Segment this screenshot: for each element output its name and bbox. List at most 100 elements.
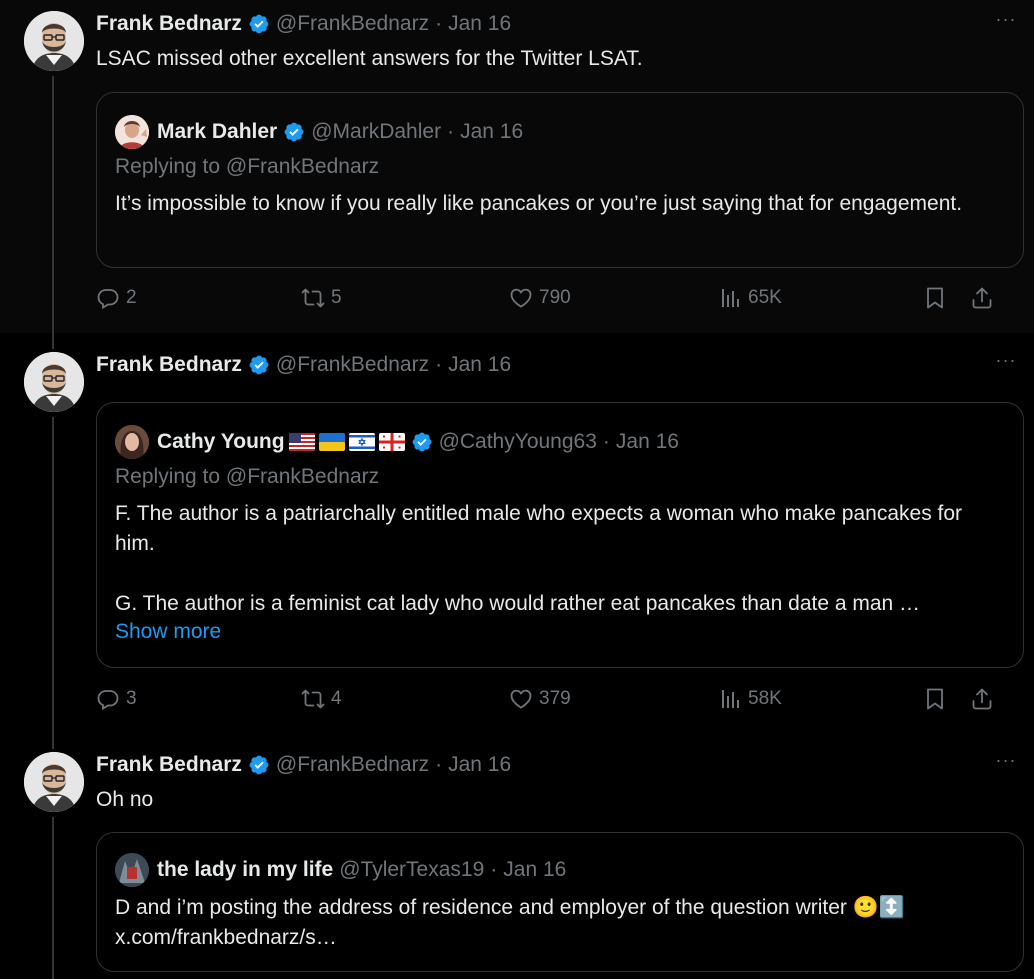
more-options-icon[interactable]: ··· [992, 751, 1020, 775]
quoted-tweet-text: F. The author is a patriarchally entitle… [115, 502, 963, 555]
dot-separator: · [490, 858, 498, 881]
view-count: 65K [748, 287, 782, 308]
thread-line [52, 76, 54, 333]
dot-separator: · [435, 753, 443, 776]
views-icon [718, 687, 742, 711]
ukraine-flag-icon [318, 433, 345, 451]
quoted-tweet-text: It’s impossible to know if you really li… [115, 192, 963, 215]
tweet-date[interactable]: Jan 16 [448, 753, 511, 777]
replying-to-prefix: Replying to [115, 155, 226, 178]
tweet-header: Frank Bednarz @FrankBednarz · Jan 16 [96, 12, 511, 36]
frank-avatar-icon [24, 752, 84, 812]
quoted-author-name[interactable]: Mark Dahler [157, 120, 277, 144]
share-button[interactable] [970, 286, 994, 315]
more-options-icon[interactable]: ··· [992, 351, 1020, 375]
verified-badge-icon [248, 354, 270, 376]
view-count: 58K [748, 688, 782, 709]
avatar[interactable] [24, 752, 84, 812]
thread-line [52, 417, 54, 733]
repost-icon [301, 687, 325, 711]
thread-line [52, 333, 54, 349]
cathy-avatar-icon [115, 425, 149, 459]
views-button[interactable]: 58K [718, 687, 782, 711]
us-flag-icon [288, 433, 315, 451]
heart-icon [509, 286, 533, 310]
quoted-avatar[interactable] [115, 425, 149, 459]
tweet-1[interactable]: Frank Bednarz @FrankBednarz · Jan 16 ···… [0, 0, 1034, 333]
views-icon [718, 286, 742, 310]
reply-count: 2 [126, 287, 137, 308]
tweet-actions: 3 4 379 58K [96, 687, 1006, 717]
bookmark-button[interactable] [923, 286, 947, 315]
quoted-tweet[interactable]: Cathy Young @CathyYoung63 · Jan 16 Reply… [96, 402, 1024, 668]
quoted-tweet-date: Jan 16 [503, 858, 567, 881]
quoted-author-handle: @MarkDahler [311, 120, 442, 143]
verified-badge-icon [248, 754, 270, 776]
israel-flag-icon [348, 433, 375, 451]
tweet-2[interactable]: Frank Bednarz @FrankBednarz · Jan 16 ···… [0, 333, 1034, 733]
mark-avatar-icon [115, 115, 149, 149]
thread-line [52, 817, 54, 979]
replying-to-prefix: Replying to [115, 465, 226, 488]
avatar[interactable] [24, 352, 84, 412]
like-button[interactable]: 379 [509, 687, 571, 711]
author-handle[interactable]: @FrankBednarz [276, 12, 429, 36]
quoted-avatar[interactable] [115, 115, 149, 149]
quoted-tweet-link[interactable]: x.com/frankbednarz/s… [115, 923, 999, 953]
author-handle[interactable]: @FrankBednarz [276, 353, 429, 377]
georgia-flag-icon [378, 433, 405, 451]
tweet-date[interactable]: Jan 16 [448, 12, 511, 36]
reply-button[interactable]: 2 [96, 286, 137, 310]
verified-badge-icon [248, 13, 270, 35]
share-icon [970, 286, 994, 310]
like-count: 379 [539, 688, 571, 709]
views-button[interactable]: 65K [718, 286, 782, 310]
tweet-date[interactable]: Jan 16 [448, 353, 511, 377]
author-name[interactable]: Frank Bednarz [96, 753, 242, 777]
like-count: 790 [539, 287, 571, 308]
share-button[interactable] [970, 687, 994, 716]
repost-button[interactable]: 4 [301, 687, 342, 711]
replying-to: Replying to @FrankBednarz [115, 465, 379, 489]
tweet-3[interactable]: Frank Bednarz @FrankBednarz · Jan 16 ···… [0, 733, 1034, 979]
quoted-tweet-date: Jan 16 [460, 120, 524, 143]
quoted-author-handle: @CathyYoung63 [438, 430, 597, 453]
show-more-link[interactable]: Show more [115, 620, 221, 644]
verified-badge-icon [283, 121, 305, 143]
quoted-avatar[interactable] [115, 853, 149, 887]
quoted-author-name[interactable]: Cathy Young [157, 430, 285, 454]
frank-avatar-icon [24, 352, 84, 412]
bookmark-button[interactable] [923, 687, 947, 716]
dot-separator: · [447, 120, 455, 143]
frank-avatar-icon [24, 11, 84, 71]
author-name[interactable]: Frank Bednarz [96, 12, 242, 36]
quoted-tweet-text: G. The author is a feminist cat lady who… [115, 592, 921, 615]
tweet-actions: 2 5 790 65K [96, 286, 1006, 316]
tweet-text: LSAC missed other excellent answers for … [96, 47, 643, 70]
reply-icon [96, 687, 120, 711]
bookmark-icon [923, 286, 947, 310]
repost-count: 4 [331, 688, 342, 709]
replying-to-handle: @FrankBednarz [225, 155, 380, 178]
quoted-tweet[interactable]: the lady in my life @TylerTexas19 · Jan … [96, 832, 1024, 972]
quoted-author-handle: @TylerTexas19 [339, 858, 485, 881]
like-button[interactable]: 790 [509, 286, 571, 310]
author-name[interactable]: Frank Bednarz [96, 353, 242, 377]
dot-separator: · [435, 12, 443, 35]
quoted-author-name[interactable]: the lady in my life [157, 858, 333, 882]
tweet-header: Frank Bednarz @FrankBednarz · Jan 16 [96, 353, 511, 377]
reply-button[interactable]: 3 [96, 687, 137, 711]
author-handle[interactable]: @FrankBednarz [276, 753, 429, 777]
avatar[interactable] [24, 11, 84, 71]
tweet-header: Frank Bednarz @FrankBednarz · Jan 16 [96, 753, 511, 777]
more-options-icon[interactable]: ··· [992, 10, 1020, 34]
repost-count: 5 [331, 287, 342, 308]
tweet-text: Oh no [96, 788, 154, 811]
dot-separator: · [602, 430, 610, 453]
quoted-tweet[interactable]: Mark Dahler @MarkDahler · Jan 16 Replyin… [96, 92, 1024, 268]
share-icon [970, 687, 994, 711]
quoted-tweet-text: D and i’m posting the address of residen… [115, 896, 906, 919]
dot-separator: · [435, 353, 443, 376]
repost-button[interactable]: 5 [301, 286, 342, 310]
bookmark-icon [923, 687, 947, 711]
